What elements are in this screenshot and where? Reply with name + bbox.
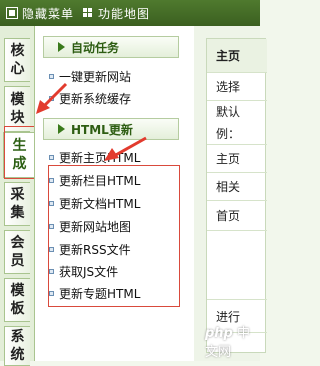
left-tab-bar: 核 心 模 块 生 成 采 集 会 员 模 板 系 统 [0, 26, 35, 366]
table-row: 主页 [207, 145, 267, 173]
watermark: php 中文网 [205, 322, 260, 360]
expand-triangle-icon [58, 42, 65, 52]
hide-menu-icon [6, 7, 18, 19]
table-row: 相关 [207, 173, 267, 201]
tab-template[interactable]: 模 板 [4, 278, 30, 322]
tab-core-char1: 核 [10, 43, 25, 59]
annotation-arrow-1 [36, 82, 68, 114]
tab-member[interactable]: 会 员 [4, 230, 30, 274]
highlight-box-list [48, 165, 180, 307]
section-auto-header[interactable]: 自动任务 [43, 36, 179, 58]
tab-member-char2: 员 [10, 253, 25, 269]
tab-module-char2: 块 [10, 110, 25, 126]
content-area: 主页 选择 默认 例： 主页 相关 首页 进行 [194, 26, 267, 361]
grid-icon [82, 7, 95, 19]
tab-module-char1: 模 [10, 92, 25, 108]
tab-member-char1: 会 [10, 235, 25, 251]
hide-menu-label: 隐藏菜单 [22, 6, 75, 21]
table-row: 默认 [216, 105, 241, 119]
tab-system-char2: 统 [10, 347, 25, 363]
top-bar: 隐藏菜单 功能地图 [0, 0, 260, 26]
table-row: 选择 [207, 73, 267, 101]
tab-core-char2: 心 [10, 61, 25, 77]
table-row: 例： [207, 123, 267, 145]
tab-collect-char1: 采 [10, 187, 25, 203]
tab-collect-char2: 集 [10, 205, 25, 221]
section-html-title: HTML更新 [71, 122, 133, 137]
site-map-label: 功能地图 [98, 6, 151, 21]
table-row: 首页 [207, 201, 267, 231]
expand-triangle-icon [58, 124, 65, 134]
tab-system-char1: 系 [10, 329, 25, 345]
highlight-box-tab [4, 126, 38, 179]
bullet-icon [49, 154, 54, 160]
tab-template-char1: 模 [10, 283, 25, 299]
tab-system[interactable]: 系 统 [4, 326, 30, 366]
table-header: 主页 [207, 39, 267, 73]
tab-collect[interactable]: 采 集 [4, 182, 30, 226]
hide-menu-button[interactable]: 隐藏菜单 [6, 5, 74, 22]
bullet-icon [49, 73, 54, 79]
section-auto-title: 自动任务 [71, 40, 120, 55]
tab-core[interactable]: 核 心 [4, 38, 30, 82]
tab-template-char2: 板 [10, 301, 25, 317]
settings-table: 主页 选择 默认 例： 主页 相关 首页 进行 [206, 38, 267, 353]
watermark-logo: php [205, 326, 233, 341]
annotation-arrow-2 [104, 136, 147, 161]
site-map-button[interactable]: 功能地图 [82, 5, 150, 22]
